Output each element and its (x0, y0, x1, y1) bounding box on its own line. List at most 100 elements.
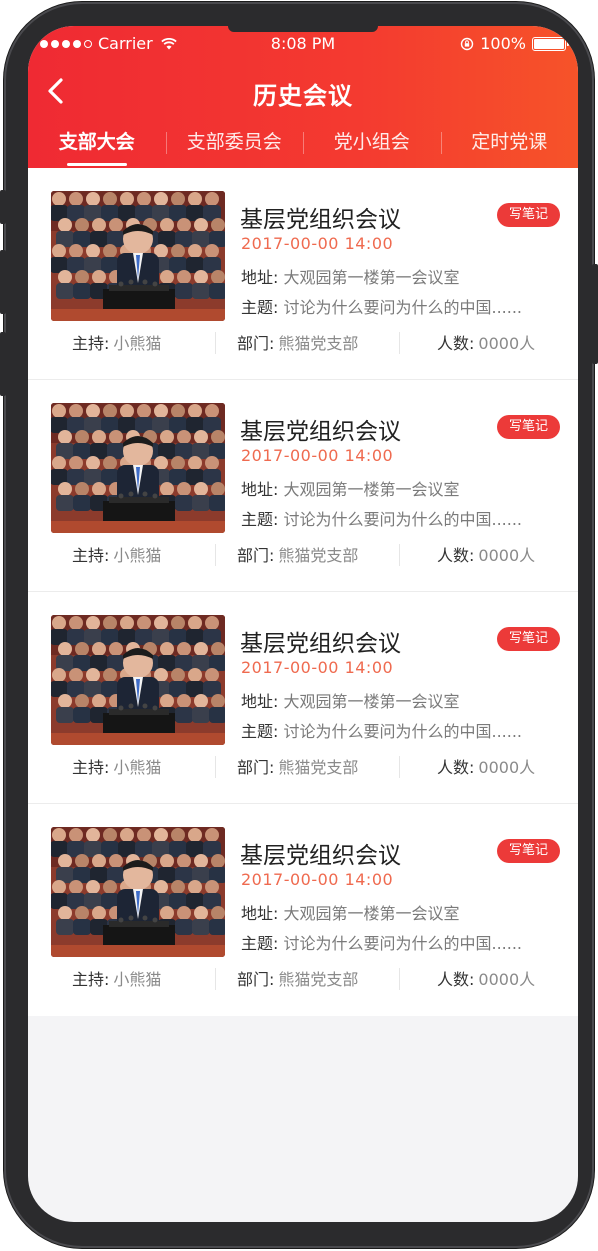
tab-branch-committee[interactable]: 支部委员会 (165, 122, 304, 168)
dept-cell: 部门: 熊猫党支部 (215, 538, 399, 570)
volume-down-button (0, 332, 6, 396)
host-value: 小熊猫 (113, 546, 162, 565)
count-label: 人数: (437, 970, 475, 989)
dept-value: 熊猫党支部 (278, 970, 359, 989)
count-cell: 人数: 0000人 (399, 962, 578, 994)
address-row: 地址: 大观园第一楼第一会议室 (241, 688, 460, 712)
dept-label: 部门: (237, 546, 275, 565)
count-value: 0000人 (478, 334, 536, 353)
topic-value: 讨论为什么要问为什么的中国...... (283, 934, 523, 953)
meeting-card[interactable]: 基层党组织会议 写笔记 2017-00-00 14:00 地址: 大观园第一楼第… (28, 804, 578, 1016)
address-row: 地址: 大观园第一楼第一会议室 (241, 264, 460, 288)
page-title: 历史会议 (253, 82, 353, 110)
meeting-meta: 主持: 小熊猫 部门: 熊猫党支部 人数: 0000人 (28, 750, 578, 782)
topic-row: 主题: 讨论为什么要问为什么的中国...... (241, 506, 522, 530)
address-label: 地址: (241, 480, 279, 499)
host-cell: 主持: 小熊猫 (28, 326, 215, 358)
address-row: 地址: 大观园第一楼第一会议室 (241, 900, 460, 924)
host-value: 小熊猫 (113, 758, 162, 777)
topic-label: 主题: (241, 722, 279, 741)
count-label: 人数: (437, 334, 475, 353)
topic-row: 主题: 讨论为什么要问为什么的中国...... (241, 294, 522, 318)
dept-label: 部门: (237, 334, 275, 353)
tab-bar: 支部大会 支部委员会 党小组会 定时党课 (28, 122, 578, 168)
dept-cell: 部门: 熊猫党支部 (215, 962, 399, 994)
dept-value: 熊猫党支部 (278, 334, 359, 353)
power-button (592, 264, 598, 364)
host-cell: 主持: 小熊猫 (28, 962, 215, 994)
topic-label: 主题: (241, 298, 279, 317)
meeting-photo (51, 191, 225, 321)
meeting-card[interactable]: 基层党组织会议 写笔记 2017-00-00 14:00 地址: 大观园第一楼第… (28, 592, 578, 804)
meeting-title: 基层党组织会议 (240, 207, 401, 233)
meeting-title: 基层党组织会议 (240, 843, 401, 869)
dept-value: 熊猫党支部 (278, 546, 359, 565)
battery-percent: 100% (480, 34, 526, 53)
tab-party-group[interactable]: 党小组会 (303, 122, 441, 168)
meeting-list: 基层党组织会议 写笔记 2017-00-00 14:00 地址: 大观园第一楼第… (28, 168, 578, 1016)
meeting-card[interactable]: 基层党组织会议 写笔记 2017-00-00 14:00 地址: 大观园第一楼第… (28, 168, 578, 380)
count-value: 0000人 (478, 546, 536, 565)
host-label: 主持: (72, 970, 110, 989)
tab-scheduled-class[interactable]: 定时党课 (440, 122, 579, 168)
address-label: 地址: (241, 692, 279, 711)
count-value: 0000人 (478, 758, 536, 777)
topic-row: 主题: 讨论为什么要问为什么的中国...... (241, 718, 522, 742)
host-label: 主持: (72, 334, 110, 353)
meeting-photo (51, 615, 225, 745)
count-cell: 人数: 0000人 (399, 538, 578, 570)
topic-label: 主题: (241, 934, 279, 953)
address-label: 地址: (241, 904, 279, 923)
dept-cell: 部门: 熊猫党支部 (215, 326, 399, 358)
address-value: 大观园第一楼第一会议室 (283, 268, 460, 287)
host-cell: 主持: 小熊猫 (28, 538, 215, 570)
host-label: 主持: (72, 546, 110, 565)
rotation-lock-icon (461, 37, 474, 50)
host-value: 小熊猫 (113, 970, 162, 989)
address-value: 大观园第一楼第一会议室 (283, 692, 460, 711)
meeting-title: 基层党组织会议 (240, 419, 401, 445)
write-note-button[interactable]: 写笔记 (496, 415, 560, 439)
topic-value: 讨论为什么要问为什么的中国...... (283, 722, 523, 741)
mute-switch (0, 190, 6, 224)
meeting-photo (51, 827, 225, 957)
speaker-notch (228, 26, 378, 32)
topic-label: 主题: (241, 510, 279, 529)
dept-value: 熊猫党支部 (278, 758, 359, 777)
dept-label: 部门: (237, 758, 275, 777)
count-label: 人数: (437, 546, 475, 565)
address-row: 地址: 大观园第一楼第一会议室 (241, 476, 460, 500)
write-note-button[interactable]: 写笔记 (496, 839, 560, 863)
meeting-photo (51, 403, 225, 533)
nav-bar: 历史会议 (28, 66, 578, 116)
write-note-button[interactable]: 写笔记 (496, 627, 560, 651)
battery-icon (532, 36, 569, 51)
topic-row: 主题: 讨论为什么要问为什么的中国...... (241, 930, 522, 954)
header: Carrier 8:08 PM 100% 历史会议 支部大会 支部委员会 党小组… (28, 26, 578, 168)
meeting-meta: 主持: 小熊猫 部门: 熊猫党支部 人数: 0000人 (28, 538, 578, 570)
status-bar: Carrier 8:08 PM 100% (28, 30, 578, 56)
meeting-meta: 主持: 小熊猫 部门: 熊猫党支部 人数: 0000人 (28, 326, 578, 358)
write-note-button[interactable]: 写笔记 (496, 203, 560, 227)
dept-cell: 部门: 熊猫党支部 (215, 750, 399, 782)
host-cell: 主持: 小熊猫 (28, 750, 215, 782)
meeting-title: 基层党组织会议 (240, 631, 401, 657)
address-label: 地址: (241, 268, 279, 287)
count-label: 人数: (437, 758, 475, 777)
meeting-datetime: 2017-00-00 14:00 (241, 234, 394, 253)
address-value: 大观园第一楼第一会议室 (283, 904, 460, 923)
meeting-datetime: 2017-00-00 14:00 (241, 658, 394, 677)
count-cell: 人数: 0000人 (399, 326, 578, 358)
meeting-card[interactable]: 基层党组织会议 写笔记 2017-00-00 14:00 地址: 大观园第一楼第… (28, 380, 578, 592)
screen: Carrier 8:08 PM 100% 历史会议 支部大会 支部委员会 党小组… (28, 26, 578, 1222)
topic-value: 讨论为什么要问为什么的中国...... (283, 298, 523, 317)
count-value: 0000人 (478, 970, 536, 989)
meeting-datetime: 2017-00-00 14:00 (241, 446, 394, 465)
meeting-datetime: 2017-00-00 14:00 (241, 870, 394, 889)
host-value: 小熊猫 (113, 334, 162, 353)
phone-frame: Carrier 8:08 PM 100% 历史会议 支部大会 支部委员会 党小组… (0, 2, 598, 1248)
tab-branch-meeting[interactable]: 支部大会 (28, 122, 166, 168)
dept-label: 部门: (237, 970, 275, 989)
topic-value: 讨论为什么要问为什么的中国...... (283, 510, 523, 529)
host-label: 主持: (72, 758, 110, 777)
